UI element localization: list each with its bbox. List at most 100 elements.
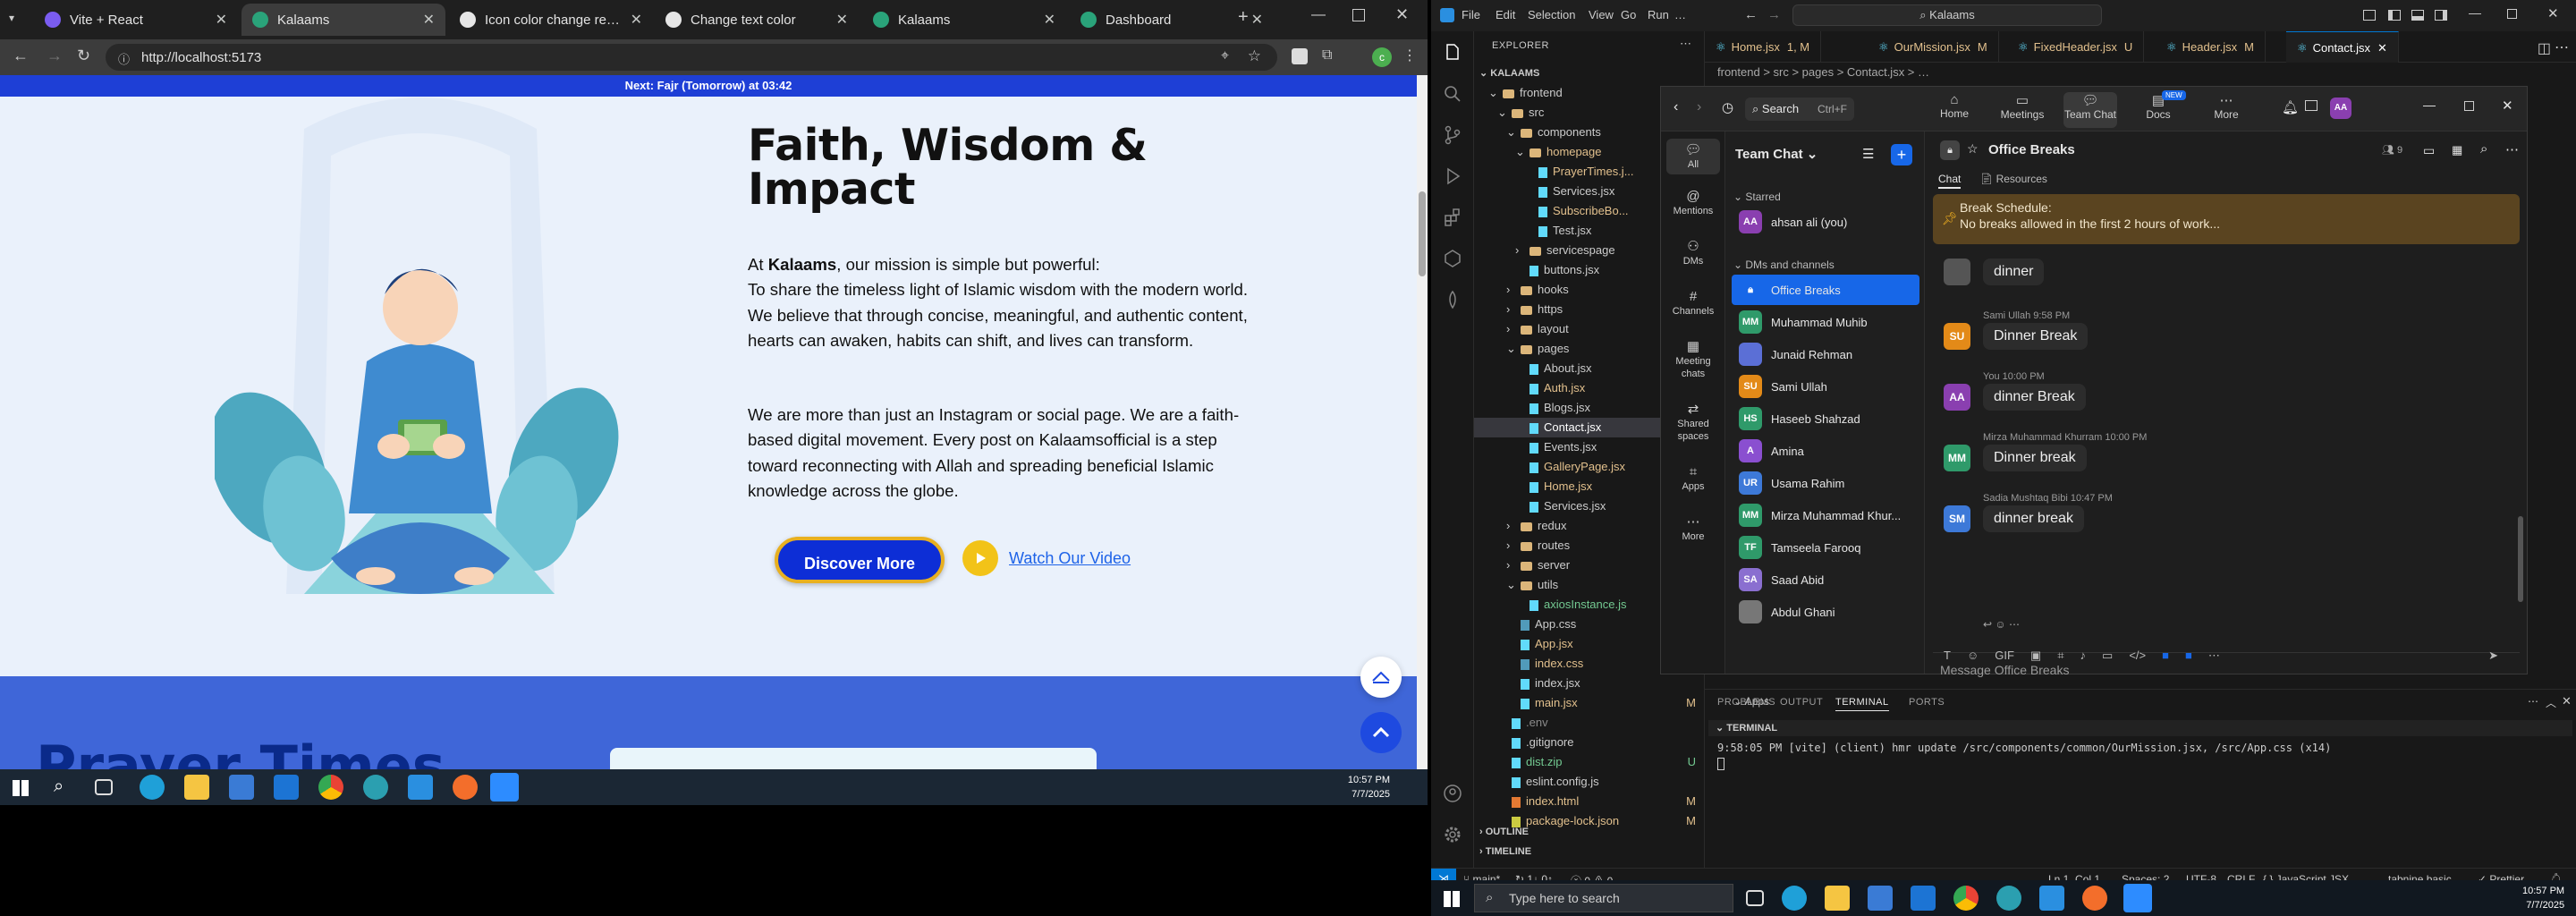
menu-item[interactable]: Run [1648,8,1669,21]
vs-close-button[interactable]: ✕ [2547,5,2559,21]
channel-item[interactable]: Junaid Rehman [1732,339,1919,369]
page-scrollbar[interactable] [1417,75,1428,769]
search-icon[interactable] [1442,83,1463,105]
starred-header[interactable]: ⌄ Starred [1733,191,1781,203]
chat-tab-resources[interactable]: 📄︎ Resources [1979,173,2047,185]
channel-item[interactable]: SA Saad Abid [1732,564,1919,595]
browser-tab[interactable]: Kalaams ✕ [242,4,445,36]
attach-icon[interactable]: ⌗ [2057,649,2063,666]
browser-menu-icon[interactable]: ⋮ [1402,47,1417,64]
mail-icon-right[interactable] [1911,886,1936,911]
vs-maximize-button[interactable] [2507,9,2517,19]
video-call-icon[interactable]: ▭ [2423,143,2435,158]
maximize-button[interactable] [1352,9,1365,21]
filter-icon[interactable]: ☰ [1862,146,1874,162]
breadcrumb[interactable]: frontend > src > pages > Contact.jsx > … [1705,63,2576,82]
location-icon[interactable]: ⌖ [1221,48,1229,64]
app-icon-right[interactable] [1996,886,2021,911]
channel-item[interactable]: MM Mirza Muhammad Khur... [1732,500,1919,530]
reload-button[interactable]: ↻ [77,47,90,65]
zoom-minimize-button[interactable]: — [2423,98,2436,112]
start-icon[interactable] [13,780,29,796]
menu-item[interactable]: Go [1621,8,1636,21]
menu-item[interactable]: Selection [1528,8,1575,21]
chat-more-icon[interactable]: ⋯ [2505,141,2519,157]
chat-tab-chat[interactable]: Chat [1938,173,1962,189]
menu-item[interactable]: … [1674,8,1686,21]
zoom-icon[interactable] [490,773,519,802]
app-blue-icon-2[interactable]: ■ [2185,649,2192,666]
toggle-secondary-icon[interactable] [2435,10,2447,21]
timeline-section[interactable]: › TIMELINE [1479,842,1531,861]
code-icon[interactable]: </> [2129,649,2146,666]
watch-video-link[interactable]: Watch Our Video [962,540,1131,576]
emoji-icon[interactable]: ☺ [1967,649,1979,666]
apps-header[interactable]: ⌄ Apps [1733,695,1769,708]
zoom-back-icon[interactable]: ‹ [1674,99,1678,115]
nav-back-icon[interactable]: ← [1744,7,1758,22]
taskbar-search-input[interactable]: ⌕ Type here to search [1474,884,1733,912]
split-editor-icon[interactable]: ◫ [2538,39,2551,57]
tree-file[interactable]: index.html M [1474,792,1703,811]
nav-forward-icon[interactable]: → [1767,7,1781,22]
zoom-leftnav-dms[interactable]: ⚇ DMs [1666,239,1720,267]
profile-avatar[interactable]: c [1372,47,1392,67]
editor-tab[interactable]: ⚛ Contact.jsx ✕ [2286,31,2399,63]
edge-icon[interactable] [140,775,165,800]
tree-file[interactable]: index.jsx [1474,674,1703,693]
browser-tab[interactable]: Vite + React ✕ [34,4,238,36]
zoom-history-icon[interactable]: ◷ [1722,99,1733,115]
forward-button[interactable]: → [47,47,63,65]
zoom-nav-home[interactable]: ⌂ Home [1928,92,1981,120]
minimize-button[interactable]: — [1311,7,1326,23]
calendar-icon[interactable]: ▦ [2452,143,2462,157]
run-debug-icon[interactable] [1442,165,1463,187]
chrome-icon[interactable] [318,775,343,800]
more-actions-icon[interactable]: ⋯ [2208,649,2220,666]
layout-icon[interactable] [2363,10,2376,21]
tab-close-icon[interactable]: ✕ [631,11,642,29]
discover-more-button[interactable]: Discover More [775,537,945,583]
new-tab-button[interactable]: + [1238,7,1249,28]
back-to-top-button[interactable] [1360,712,1402,753]
gif-icon[interactable]: GIF [1995,649,2014,666]
send-icon[interactable]: ➤ [2488,649,2498,666]
editor-tab[interactable]: ⚛ Header.jsx M [2156,31,2266,63]
member-count[interactable]: 👥︎ 9 [2382,144,2402,156]
tree-file[interactable]: .gitignore [1474,733,1703,752]
tab-close-icon[interactable]: ✕ [1044,11,1055,29]
extension-icon[interactable] [1292,48,1308,64]
panel-more-icon[interactable]: ⋯ [2528,695,2538,708]
zoom-maximize-button[interactable] [2464,101,2474,111]
tab-close-icon[interactable]: ✕ [836,11,848,29]
zoom-nav-team-chat[interactable]: 💬︎ Team Chat [2063,92,2117,128]
browser-tab[interactable]: Kalaams ✕ [862,4,1066,36]
zoom-nav-more[interactable]: ⋯ More [2199,92,2253,121]
toggle-panel-icon[interactable] [2411,10,2424,21]
zoom-leftnav-mentions[interactable]: @ Mentions [1666,189,1720,217]
chrome-icon-right[interactable] [1953,886,1979,911]
panel-tab[interactable]: OUTPUT [1780,697,1823,708]
channel-item[interactable]: SU Sami Ullah [1732,371,1919,402]
workspace-root[interactable]: ⌄ KALAAMS [1479,64,1539,83]
editor-tab[interactable]: ⚛ Home.jsx 1, M [1705,31,1822,63]
panel-tab[interactable]: PORTS [1909,697,1945,708]
task-view-icon[interactable] [95,779,113,795]
site-info-icon[interactable]: ⓘ [118,50,130,67]
firefox-icon-right[interactable] [2082,886,2107,911]
tree-file[interactable]: eslint.config.js [1474,772,1703,792]
zoom-leftnav-apps[interactable]: ⌗ Apps [1666,464,1720,493]
tree-file[interactable]: main.jsx M [1474,693,1703,713]
bookmark-star-icon[interactable]: ☆ [1248,47,1261,65]
new-chat-button[interactable]: + [1891,144,1912,165]
pinned-message[interactable]: 📌︎ Break Schedule: No breaks allowed in … [1933,194,2520,244]
channel-item[interactable]: TF Tamseela Farooq [1732,532,1919,563]
zoom-leftnav-meeting-chats[interactable]: ▦ Meeting chats [1666,339,1720,380]
vscode-icon-right[interactable] [2039,886,2064,911]
format-icon[interactable]: T [1944,649,1951,666]
task-view-icon-right[interactable] [1746,890,1764,906]
channel-item[interactable]: UR Usama Rahim [1732,468,1919,498]
reply-reaction-icons[interactable]: ↩ ☺ ⋯ [1983,618,2020,631]
panel-tab[interactable]: TERMINAL [1835,697,1889,711]
zoom-leftnav-all[interactable]: 💬︎ All [1666,139,1720,174]
